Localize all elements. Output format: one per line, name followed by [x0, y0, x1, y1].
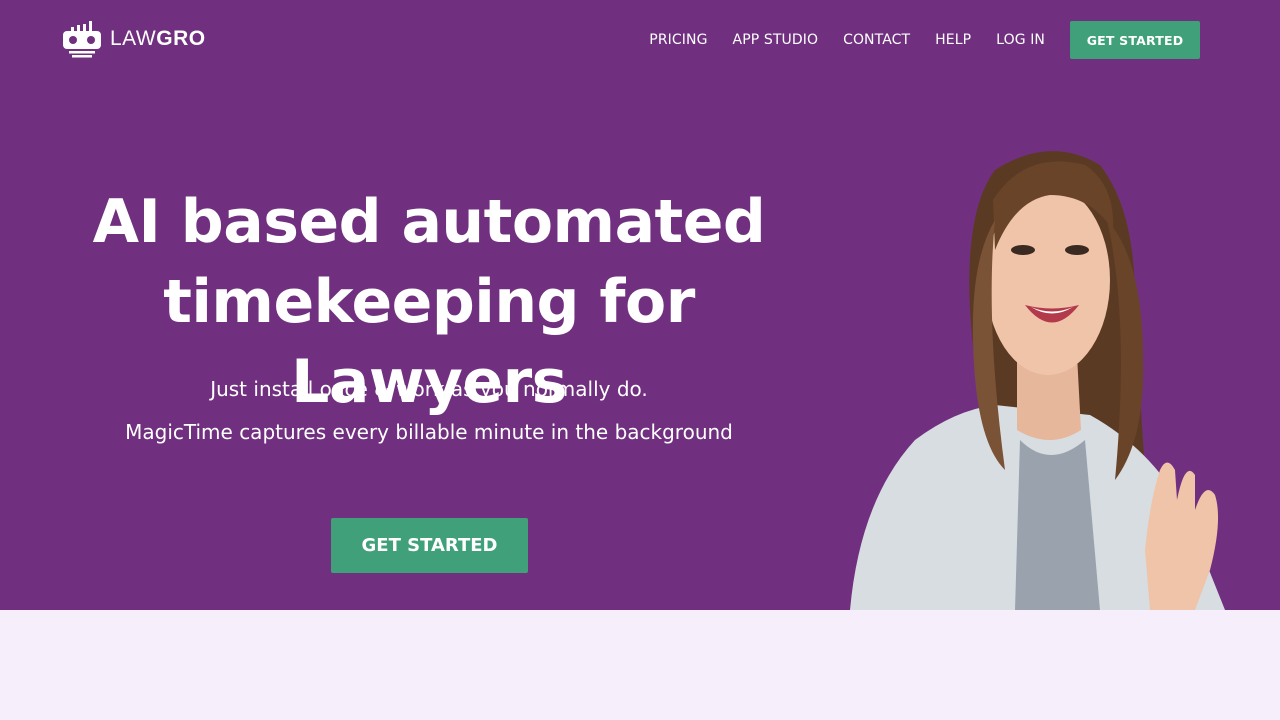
hero-section: LAWGRO PRICING APP STUDIO CONTACT HELP L… [0, 0, 1280, 610]
nav-app-studio[interactable]: APP STUDIO [733, 32, 819, 48]
nav-help[interactable]: HELP [935, 32, 971, 48]
nav-log-in[interactable]: LOG IN [996, 32, 1045, 48]
hero-get-started-button[interactable]: GET STARTED [331, 518, 528, 573]
hero-subtitle-line2: MagicTime captures every billable minute… [125, 420, 733, 444]
hero-title-line1: AI based automated [92, 187, 766, 257]
below-fold-section [0, 610, 1280, 720]
hero-subtitle-line1: Just install once & work as you normally… [210, 377, 648, 401]
nav-get-started-button[interactable]: GET STARTED [1070, 21, 1200, 59]
brand-name: LAWGRO [110, 27, 206, 50]
smiling-woman-photo [850, 151, 1225, 610]
nav-contact[interactable]: CONTACT [843, 32, 910, 48]
nav-pricing[interactable]: PRICING [649, 32, 707, 48]
main-nav: PRICING APP STUDIO CONTACT HELP LOG IN G… [649, 21, 1200, 59]
brand-logo[interactable]: LAWGRO [62, 18, 206, 60]
robot-logo-icon [63, 21, 101, 58]
